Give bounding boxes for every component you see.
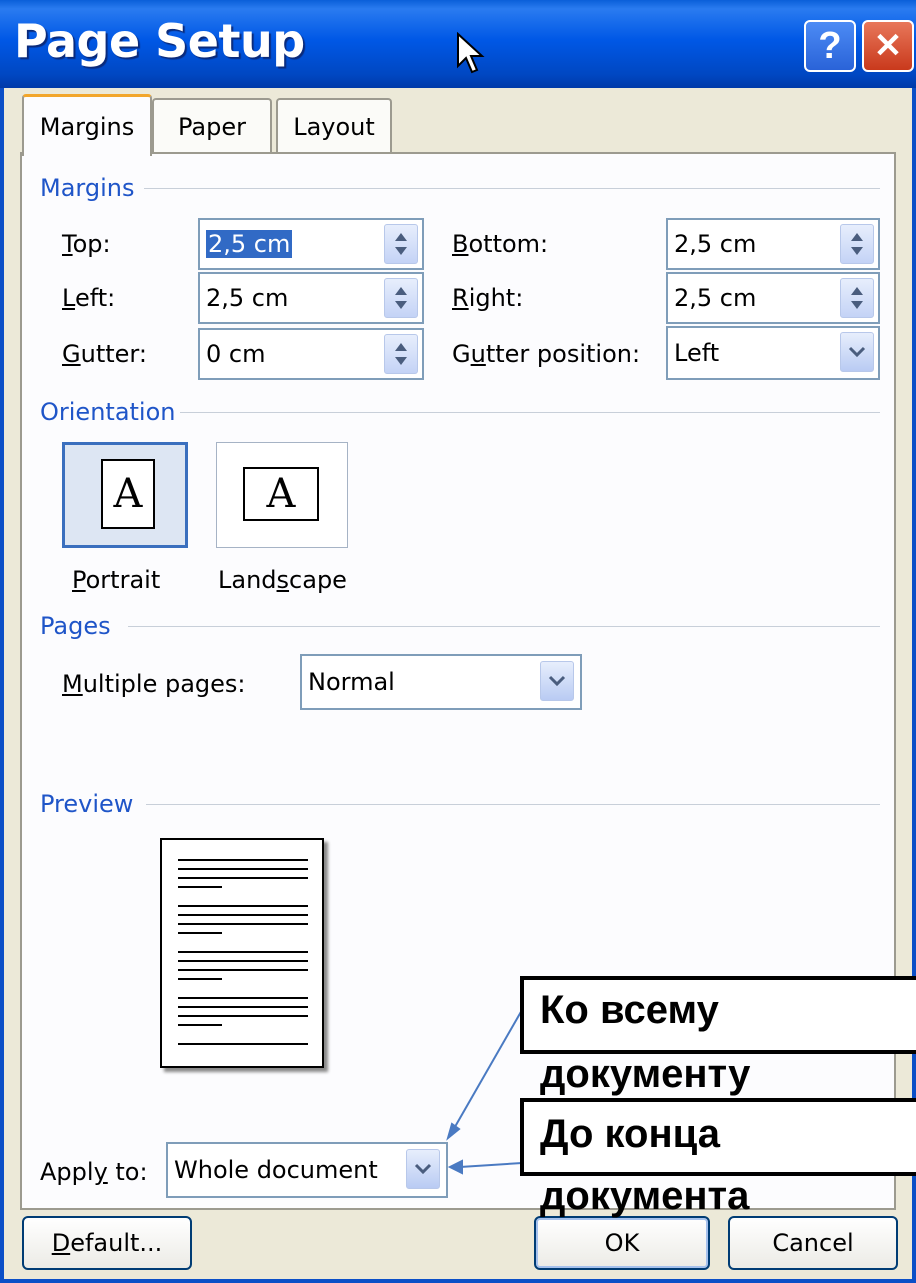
callout-arrowhead — [446, 1122, 461, 1141]
callout-arrow-line — [451, 1009, 523, 1133]
callout-arrow-line — [459, 1162, 523, 1168]
callout-end-line1: До конца — [540, 1112, 720, 1156]
callout-arrowhead — [447, 1159, 463, 1175]
tab-label: Margins — [39, 112, 135, 141]
callout-arrows — [446, 1009, 523, 1175]
tab-margins[interactable]: Margins — [22, 94, 152, 156]
callout-whole-line1: Ко всему — [540, 988, 719, 1032]
callout-whole-line2: документу — [540, 1052, 751, 1096]
callout-end-line2: документа — [540, 1174, 750, 1218]
